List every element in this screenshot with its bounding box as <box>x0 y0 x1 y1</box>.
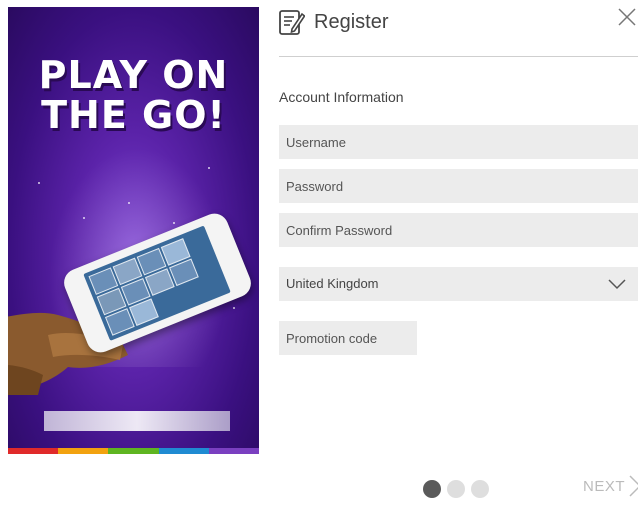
promo-banner: PLAY ON THE GO! <box>8 7 259 454</box>
sparkle <box>83 217 85 219</box>
step-dot-1 <box>423 480 441 498</box>
next-button-label: NEXT <box>583 477 626 495</box>
sparkle <box>173 222 175 224</box>
page-title: Register <box>314 11 389 33</box>
stripe <box>158 448 209 454</box>
register-form-icon <box>279 10 305 35</box>
sparkle <box>128 202 130 204</box>
country-select[interactable]: United Kingdom <box>279 267 638 301</box>
step-dot-2 <box>447 480 465 498</box>
chevron-right-icon <box>629 475 638 497</box>
promo-headline-line1: PLAY ON <box>38 53 229 97</box>
promotion-code-input[interactable] <box>279 321 417 355</box>
country-select-value: United Kingdom <box>286 276 379 291</box>
section-heading: Account Information <box>279 89 404 105</box>
sparkle <box>208 167 210 169</box>
password-input[interactable] <box>279 169 638 203</box>
step-dot-3 <box>471 480 489 498</box>
color-stripes <box>8 448 259 454</box>
promo-light-bar <box>44 411 230 431</box>
username-input[interactable] <box>279 125 638 159</box>
stripe <box>58 448 109 454</box>
confirm-password-input[interactable] <box>279 213 638 247</box>
stripe <box>108 448 159 454</box>
next-button[interactable]: NEXT <box>583 475 638 497</box>
stripe <box>8 448 59 454</box>
promo-headline-line2: THE GO! <box>41 93 226 137</box>
close-icon[interactable] <box>617 7 637 27</box>
stripe <box>208 448 259 454</box>
promo-headline: PLAY ON THE GO! <box>8 55 259 135</box>
header-divider <box>279 56 638 57</box>
sparkle <box>38 182 40 184</box>
step-indicator <box>423 480 489 498</box>
sparkle <box>233 307 235 309</box>
chevron-down-icon <box>608 279 626 290</box>
